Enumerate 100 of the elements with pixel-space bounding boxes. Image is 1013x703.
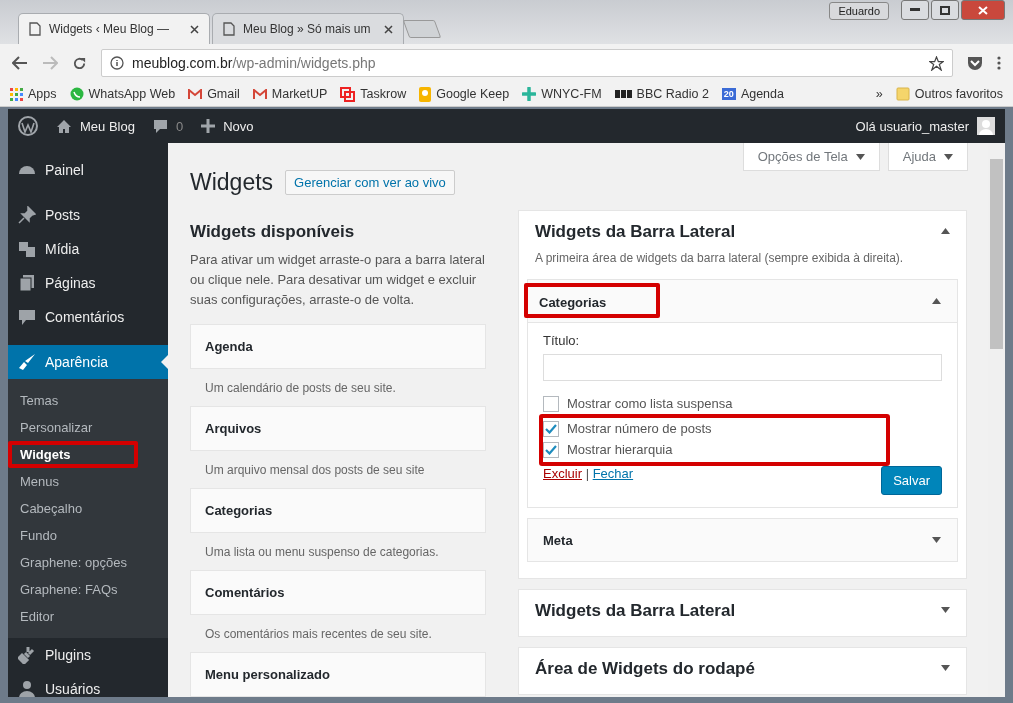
widget-description: Um arquivo mensal dos posts de seu site [205, 463, 426, 477]
menu-item[interactable]: Painel [8, 153, 168, 187]
submenu-item[interactable]: Cabeçalho [8, 495, 138, 522]
site-menu[interactable]: Meu Blog [56, 118, 135, 134]
dropdown-button[interactable]: Ajuda [887, 143, 968, 171]
title-field[interactable] [543, 354, 942, 381]
close-icon[interactable] [384, 24, 393, 34]
expand-arrow-icon[interactable] [941, 665, 950, 671]
widget-item[interactable]: Menu personalizado [190, 652, 486, 697]
close-icon[interactable] [190, 24, 199, 34]
collapse-arrow-icon[interactable] [932, 298, 941, 304]
bulb-icon [419, 86, 432, 102]
home-icon [56, 118, 72, 134]
submenu-item[interactable]: Graphene: opções [8, 549, 138, 576]
comments-menu[interactable]: 0 [152, 118, 184, 134]
back-icon[interactable] [12, 56, 28, 70]
widget-title[interactable]: Meta [528, 518, 588, 562]
field-label: Título: [543, 333, 581, 348]
menu-item[interactable]: Páginas [8, 266, 168, 300]
area-title[interactable]: Widgets da Barra Lateral [535, 601, 736, 621]
chat-bubble-icon [69, 87, 84, 101]
close-button[interactable] [961, 0, 1005, 20]
submenu-item[interactable]: Graphene: FAQs [8, 576, 138, 603]
bookmark[interactable]: MarketUP [252, 87, 328, 101]
more-bookmarks-button[interactable]: » [875, 87, 883, 101]
wordpress-logo-icon[interactable] [18, 116, 38, 136]
envelope-m-icon [252, 88, 267, 100]
caret-icon[interactable] [855, 153, 865, 160]
checkbox[interactable] [543, 395, 559, 412]
close-link[interactable]: Fechar [592, 466, 634, 481]
widget-description: Uma lista ou menu suspenso de categorias. [205, 545, 440, 559]
bookmark[interactable]: Gmail [188, 87, 240, 101]
bookmark[interactable]: Taskrow [340, 86, 407, 102]
user-icon [18, 680, 36, 697]
checkbox-label: Mostrar número de posts [567, 421, 712, 436]
comment-icon [152, 118, 168, 134]
widget-item[interactable]: Categorias [190, 488, 486, 533]
page-icon [29, 22, 41, 36]
bookmark[interactable]: Apps [10, 87, 57, 101]
widget-description: Um calendário de posts de seu site. [205, 381, 397, 395]
pocket-icon[interactable] [967, 55, 983, 71]
collapse-arrow-icon[interactable] [941, 228, 950, 234]
submenu-item[interactable]: Personalizar [8, 414, 138, 441]
bookmark-folder[interactable]: Outros favoritos [895, 87, 1003, 101]
maximize-button[interactable] [931, 0, 959, 20]
expand-arrow-icon[interactable] [932, 537, 941, 543]
submenu-item[interactable]: Widgets [8, 441, 138, 468]
envelope-m-icon [188, 88, 203, 100]
caret-icon[interactable] [944, 153, 953, 160]
minimize-button[interactable] [901, 0, 929, 20]
menu-item[interactable]: Aparência [8, 345, 168, 379]
apps-grid-icon [10, 87, 23, 101]
address-bar[interactable]: meublog.com.br/wp-admin/widgets.php [101, 49, 953, 77]
widget-item[interactable]: Comentários [190, 570, 486, 615]
star-icon[interactable] [929, 55, 944, 71]
account-menu[interactable]: Olá usuario_master [855, 117, 995, 135]
checkbox[interactable] [543, 441, 559, 458]
dropdown-button[interactable]: Opções de Tela [742, 143, 880, 171]
submenu-item[interactable]: Editor [8, 603, 138, 630]
menu-item[interactable]: Usuários [8, 672, 168, 697]
menu-item[interactable]: Comentários [8, 300, 168, 334]
browser-tab[interactable]: Widgets ‹ Meu Blog — [18, 13, 210, 44]
bookmark[interactable]: WNYC-FM [522, 87, 602, 101]
bookmark[interactable]: 20 Agenda [721, 87, 784, 101]
menu-item[interactable]: Mídia [8, 232, 168, 266]
checkbox[interactable] [543, 420, 559, 437]
comment-icon [18, 308, 36, 326]
widget-title[interactable]: Categorias [524, 282, 661, 318]
maximize-icon [940, 5, 950, 15]
menu-item[interactable]: Plugins [8, 638, 168, 672]
page-title: Widgets [190, 169, 274, 196]
area-description: A primeira área de widgets da barra lateral (sempre exibida à direita). [535, 251, 905, 265]
minimize-icon [910, 8, 920, 12]
area-title[interactable]: Widgets da Barra Lateral [535, 222, 736, 242]
widget-item[interactable]: Arquivos [190, 406, 486, 451]
bookmark[interactable]: Google Keep [419, 86, 510, 102]
menu-item[interactable]: Posts [8, 198, 168, 232]
blocks-icon [614, 90, 632, 98]
reload-icon[interactable] [72, 55, 87, 71]
browser-tab[interactable]: Meu Blog » Só mais um [212, 13, 404, 44]
checkbox-label: Mostrar como lista suspensa [567, 396, 733, 411]
profile-button[interactable]: Eduardo [829, 2, 889, 20]
delete-link[interactable]: Excluir [543, 466, 582, 481]
link-separator: | [585, 466, 590, 481]
pages-icon [18, 274, 36, 292]
submenu-item[interactable]: Temas [8, 387, 138, 414]
new-menu[interactable]: Novo [201, 118, 254, 134]
menu-icon[interactable] [997, 56, 1001, 70]
widget-item[interactable]: Agenda [190, 324, 486, 369]
bookmark[interactable]: BBC Radio 2 [614, 87, 709, 101]
pin-icon [18, 206, 36, 224]
expand-arrow-icon[interactable] [941, 607, 950, 613]
area-title[interactable]: Área de Widgets do rodapé [535, 659, 755, 679]
plus-icon [522, 87, 537, 101]
submenu-item[interactable]: Menus [8, 468, 138, 495]
submenu-item[interactable]: Fundo [8, 522, 138, 549]
save-button[interactable]: Salvar [881, 466, 942, 495]
manage-live-button[interactable]: Gerenciar com ver ao vivo [285, 170, 455, 195]
bookmark[interactable]: WhatsApp Web [69, 87, 176, 101]
folder-icon [895, 87, 910, 101]
